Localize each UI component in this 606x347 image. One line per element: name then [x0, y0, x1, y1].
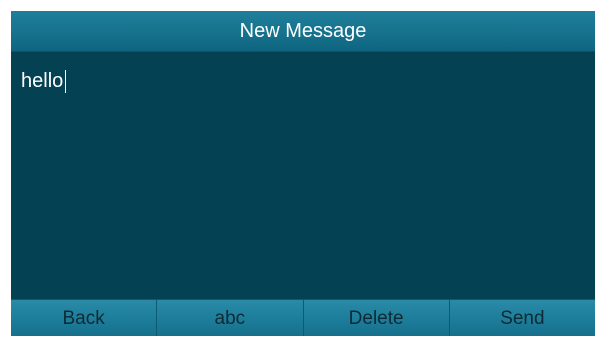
page-title: New Message — [239, 19, 367, 42]
input-mode-button[interactable]: abc — [156, 300, 302, 336]
message-text-container: hello — [21, 69, 67, 93]
input-mode-button-label: abc — [214, 307, 246, 329]
message-input[interactable]: hello — [11, 52, 595, 299]
delete-button-label: Delete — [348, 307, 404, 329]
delete-button[interactable]: Delete — [302, 300, 449, 336]
text-cursor — [65, 69, 67, 93]
message-text: hello — [21, 70, 64, 92]
title-bar: New Message — [11, 11, 595, 52]
back-button-label: Back — [62, 307, 105, 329]
softkey-bar: Back abc Delete Send — [11, 299, 595, 336]
send-button-label: Send — [500, 307, 545, 329]
back-button[interactable]: Back — [11, 300, 156, 336]
phone-screen: New Message hello Back abc Delete Send — [11, 11, 595, 336]
send-button[interactable]: Send — [448, 300, 595, 336]
